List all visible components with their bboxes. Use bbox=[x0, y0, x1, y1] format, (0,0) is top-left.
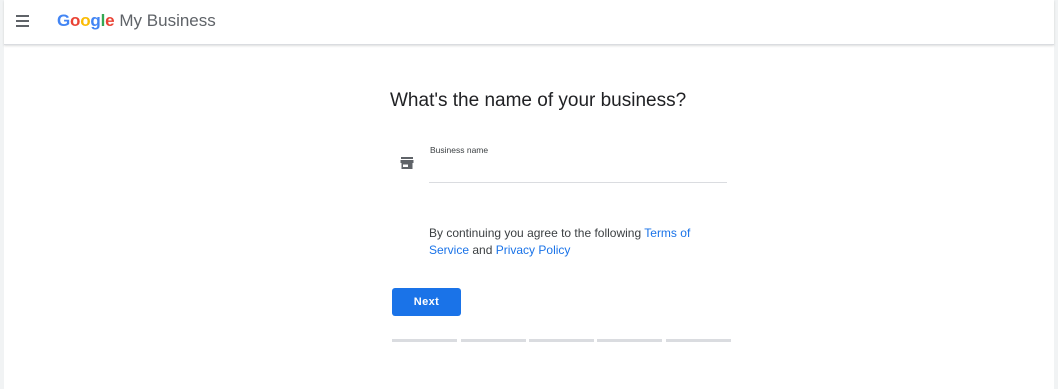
business-name-field[interactable]: Business name bbox=[429, 144, 727, 183]
progress-step bbox=[529, 339, 594, 342]
google-logo-text: Google bbox=[57, 11, 115, 30]
app-bar: Google My Business bbox=[4, 0, 1054, 45]
consent-prefix: By continuing you agree to the following bbox=[429, 226, 645, 240]
page: Google My Business What's the name of you… bbox=[4, 0, 1054, 389]
business-name-input[interactable] bbox=[429, 160, 725, 178]
terms-consent-text: By continuing you agree to the following… bbox=[429, 225, 729, 259]
progress-step bbox=[461, 339, 526, 342]
privacy-policy-link[interactable]: Privacy Policy bbox=[496, 243, 571, 257]
step-progress-bar bbox=[392, 339, 732, 342]
progress-step bbox=[597, 339, 662, 342]
hamburger-menu-icon[interactable] bbox=[12, 9, 38, 33]
product-name: My Business bbox=[119, 11, 216, 30]
next-button[interactable]: Next bbox=[392, 288, 461, 316]
storefront-icon bbox=[400, 157, 414, 169]
brand-logo[interactable]: Google My Business bbox=[57, 11, 216, 31]
consent-middle: and bbox=[469, 243, 496, 257]
progress-step bbox=[666, 339, 731, 342]
business-name-label: Business name bbox=[430, 145, 489, 155]
progress-step bbox=[392, 339, 457, 342]
page-title: What's the name of your business? bbox=[390, 90, 687, 111]
